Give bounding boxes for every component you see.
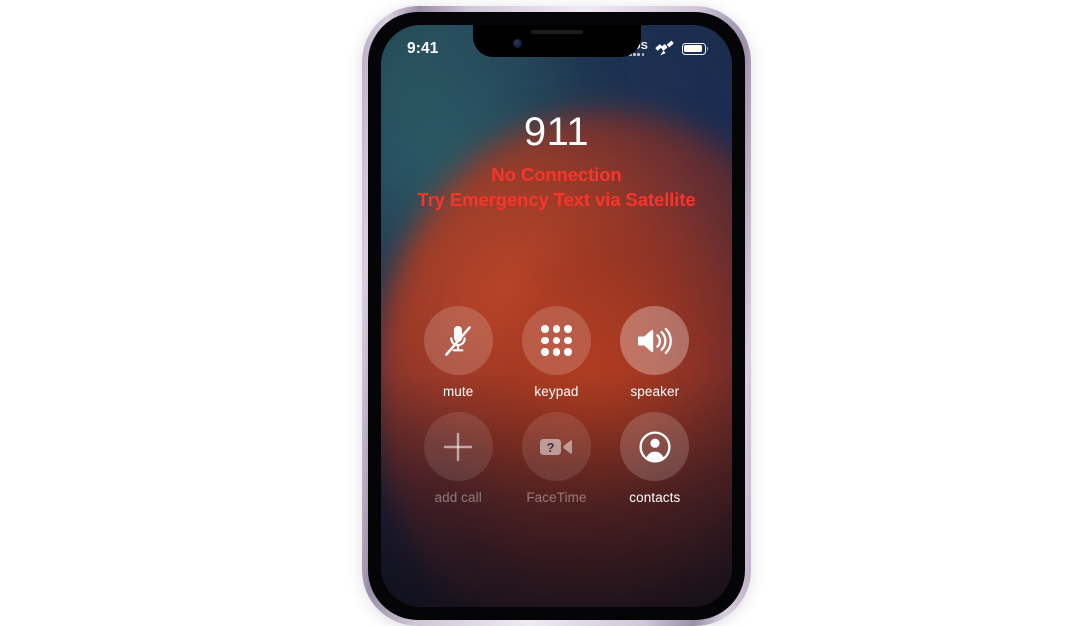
speaker-button[interactable] — [620, 306, 690, 375]
add-call-label: add call — [434, 490, 482, 505]
call-header: 911 No Connection Try Emergency Text via… — [381, 109, 732, 212]
call-number: 911 — [523, 110, 590, 154]
facetime-label: FaceTime — [526, 490, 587, 505]
keypad-label: keypad — [534, 384, 579, 399]
contacts-label: contacts — [629, 490, 681, 505]
call-control-facetime[interactable]: ? FaceTime — [521, 412, 591, 505]
satellite-icon — [655, 40, 674, 56]
keypad-button[interactable] — [521, 306, 591, 375]
mute-button[interactable] — [423, 306, 493, 375]
device-bezel: 9:41 SOS — [368, 12, 745, 620]
battery-icon — [682, 42, 706, 55]
call-status-line-2: Try Emergency Text via Satellite — [417, 189, 696, 210]
call-status-line-1: No Connection — [491, 164, 622, 185]
status-bar-time: 9:41 — [407, 39, 439, 57]
iphone-device-frame: 9:41 SOS — [362, 6, 751, 626]
add-call-button[interactable] — [423, 412, 493, 481]
device-notch — [472, 25, 641, 57]
earpiece-speaker-grille — [530, 30, 583, 34]
page-canvas: 9:41 SOS — [0, 0, 1079, 626]
call-control-speaker[interactable]: speaker — [620, 306, 690, 399]
call-control-keypad[interactable]: keypad — [521, 306, 591, 399]
call-control-add-call[interactable]: add call — [423, 412, 493, 505]
person-circle-icon — [639, 430, 671, 463]
call-control-contacts[interactable]: contacts — [620, 412, 690, 505]
svg-text:?: ? — [547, 440, 555, 455]
video-question-icon: ? — [540, 438, 573, 455]
call-controls-grid: mute keypad speaker add call ? FaceTime … — [381, 306, 732, 505]
speaker-label: speaker — [630, 384, 680, 399]
front-camera-icon — [512, 39, 522, 48]
keypad-dots-icon — [541, 325, 572, 356]
facetime-button[interactable]: ? — [521, 412, 591, 481]
plus-icon — [443, 432, 473, 461]
microphone-slash-icon — [445, 325, 472, 356]
call-control-mute[interactable]: mute — [423, 306, 493, 399]
contacts-button[interactable] — [620, 412, 690, 481]
device-screen: 9:41 SOS — [381, 25, 732, 607]
speaker-wave-icon — [637, 327, 672, 354]
mute-label: mute — [442, 384, 474, 399]
